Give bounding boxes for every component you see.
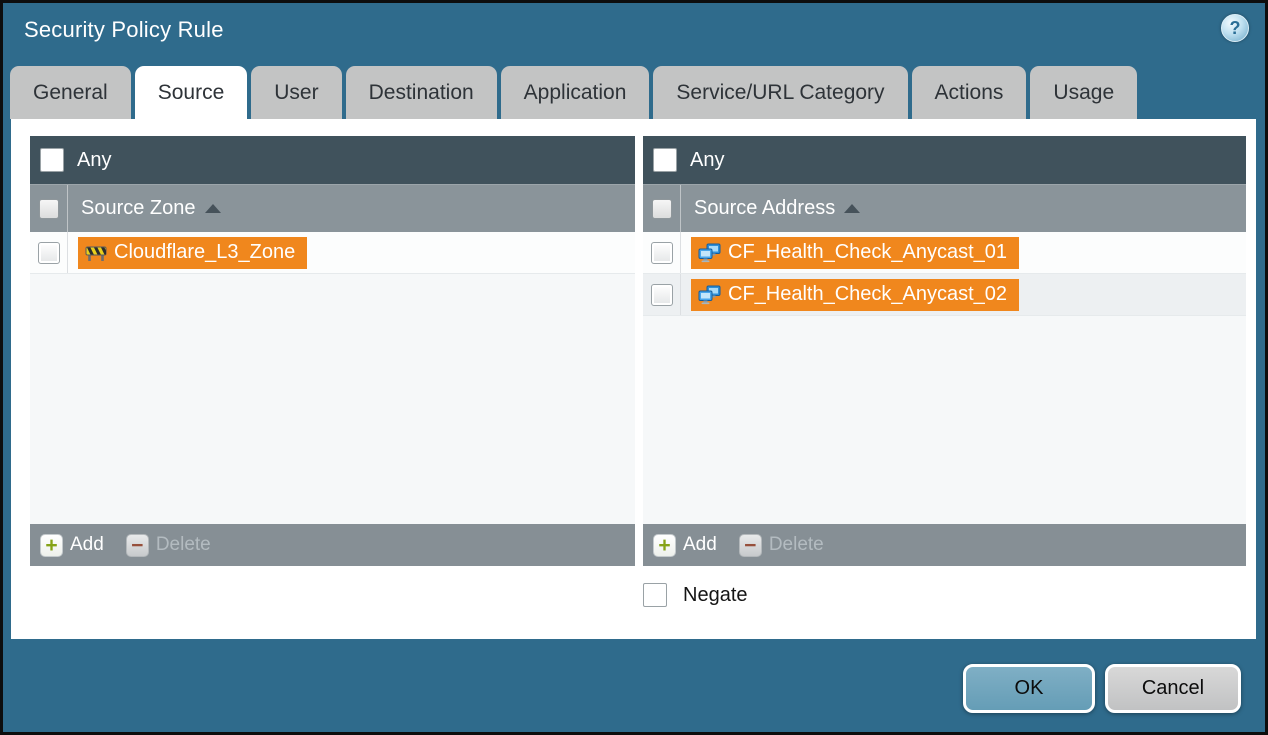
sort-ascending-icon [844,204,860,213]
tab-bar: General Source User Destination Applicat… [10,66,1137,119]
negate-checkbox[interactable] [643,583,667,607]
tab-usage[interactable]: Usage [1030,66,1137,119]
tab-destination[interactable]: Destination [346,66,497,119]
negate-label: Negate [683,584,748,607]
table-row[interactable]: Cloudflare_L3_Zone [30,232,635,274]
source-zone-any-label: Any [77,149,111,172]
page-title: Security Policy Rule [24,17,224,43]
source-zone-any-bar: Any [30,136,635,184]
security-policy-rule-dialog: Security Policy Rule ? General Source Us… [0,0,1268,735]
row-label: CF_Health_Check_Anycast_01 [728,241,1007,264]
add-button[interactable]: + Add [653,534,717,557]
address-chip[interactable]: CF_Health_Check_Anycast_01 [691,237,1019,269]
source-address-grid: CF_Health_Check_Anycast_01 [643,232,1246,524]
tab-service-url-category[interactable]: Service/URL Category [653,66,907,119]
table-row[interactable]: CF_Health_Check_Anycast_01 [643,232,1246,274]
sort-ascending-icon [205,204,221,213]
add-icon: + [653,534,676,557]
tab-general[interactable]: General [10,66,131,119]
help-glyph: ? [1230,18,1241,39]
source-address-select-all-checkbox[interactable] [652,199,672,219]
source-zone-select-all-checkbox[interactable] [39,199,59,219]
help-icon[interactable]: ? [1221,14,1249,42]
source-zone-any-checkbox[interactable] [40,148,64,172]
cancel-button[interactable]: Cancel [1105,664,1241,713]
zone-chip[interactable]: Cloudflare_L3_Zone [78,237,307,269]
source-address-column-header[interactable]: Source Address [643,184,1246,232]
tab-source[interactable]: Source [135,66,248,119]
tab-user[interactable]: User [251,66,341,119]
source-zone-toolbar: + Add − Delete [30,524,635,566]
row-checkbox[interactable] [651,242,673,264]
source-address-any-label: Any [690,149,724,172]
address-chip[interactable]: CF_Health_Check_Anycast_02 [691,279,1019,311]
source-zone-grid: Cloudflare_L3_Zone [30,232,635,524]
tab-application[interactable]: Application [501,66,650,119]
add-button[interactable]: + Add [40,534,104,557]
source-zone-column-label: Source Zone [81,197,196,220]
ok-button[interactable]: OK [963,664,1095,713]
delete-button[interactable]: − Delete [126,534,211,557]
table-row[interactable]: CF_Health_Check_Anycast_02 [643,274,1246,316]
source-address-column-label: Source Address [694,197,835,220]
source-address-toolbar: + Add − Delete [643,524,1246,566]
source-zone-column-header[interactable]: Source Zone [30,184,635,232]
source-address-any-bar: Any [643,136,1246,184]
row-label: Cloudflare_L3_Zone [114,241,295,264]
delete-icon: − [126,534,149,557]
add-icon: + [40,534,63,557]
source-address-any-checkbox[interactable] [653,148,677,172]
address-icon [698,243,721,263]
negate-control: Negate [643,583,748,607]
source-tab-content: Any Source Zone [11,119,1256,639]
row-checkbox[interactable] [38,242,60,264]
source-address-panel: Any Source Address [643,136,1246,566]
row-checkbox[interactable] [651,284,673,306]
delete-button[interactable]: − Delete [739,534,824,557]
address-icon [698,285,721,305]
zone-icon [85,244,107,262]
tab-actions[interactable]: Actions [912,66,1027,119]
delete-icon: − [739,534,762,557]
row-label: CF_Health_Check_Anycast_02 [728,283,1007,306]
source-zone-panel: Any Source Zone [30,136,635,566]
